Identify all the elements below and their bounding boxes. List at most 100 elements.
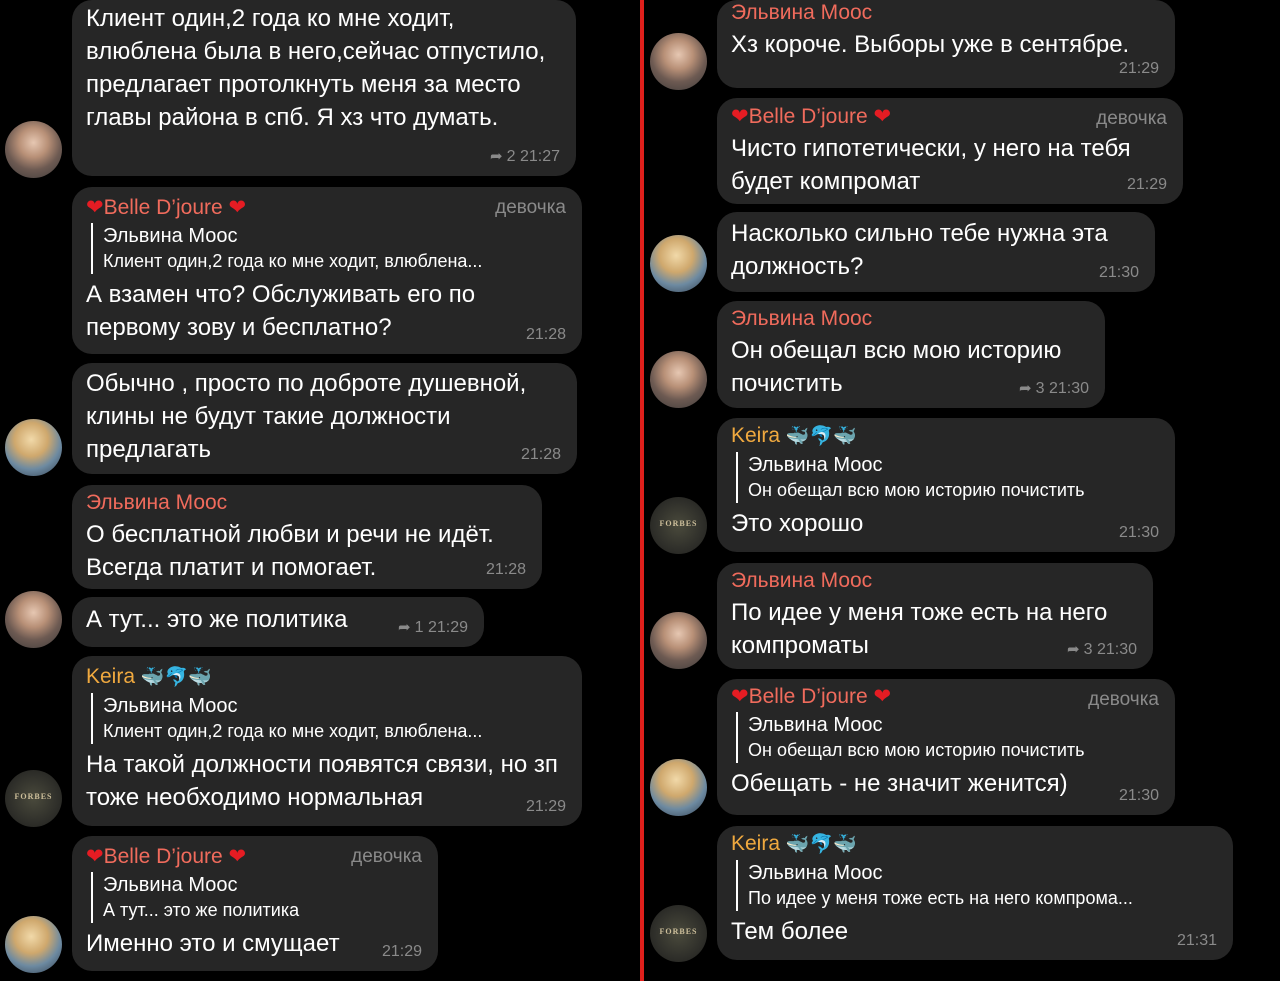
message-bubble[interactable]: Keira 🐳🐬🐳 Эльвина Моос Клиент один,2 год… — [72, 656, 582, 826]
message-bubble[interactable]: Эльвина Моос Хз короче. Выборы уже в сен… — [717, 0, 1175, 88]
message-bubble[interactable]: ❤Belle D’joure ❤ девочка Эльвина Моос Кл… — [72, 187, 582, 354]
avatar[interactable]: FORBES — [5, 770, 62, 827]
message-bubble[interactable]: Клиент один,2 года ко мне ходит, влюблен… — [72, 0, 576, 176]
reply-text: Он обещал всю мою историю почистить — [748, 480, 1085, 500]
message-text: А взамен что? Обслуживать его по первому… — [86, 281, 476, 341]
heart-icon: ❤ — [228, 196, 247, 219]
avatar[interactable]: FORBES — [650, 497, 707, 554]
message-time: 21:29 — [1118, 60, 1159, 77]
reply-arrow-icon: ➦ — [1067, 641, 1080, 658]
message-bubble[interactable]: Обычно , просто по доброте душевной, кли… — [72, 363, 577, 474]
avatar[interactable] — [650, 33, 707, 90]
right-chat-panel: Эльвина Моос Хз короче. Выборы уже в сен… — [645, 0, 1280, 981]
message-text: Насколько сильно тебе нужна эта должност… — [731, 220, 1108, 280]
message-meta: ➦ 1 21:29 — [398, 618, 468, 637]
sender-role: девочка — [1096, 108, 1167, 129]
left-chat-panel: Клиент один,2 года ко мне ходит, влюблен… — [0, 0, 638, 981]
message-bubble[interactable]: ❤Belle D’joure ❤ девочка Эльвина Моос А … — [72, 836, 438, 971]
sender-name[interactable]: Эльвина Моос — [731, 0, 1161, 26]
reply-text: Клиент один,2 года ко мне ходит, влюблен… — [103, 721, 483, 741]
message-text: Чисто гипотетически, у него на тебя буде… — [731, 135, 1131, 195]
message-time: 21:29 — [1126, 176, 1167, 193]
reply-name: Эльвина Моос — [103, 225, 238, 247]
heart-icon: ❤ — [731, 105, 749, 128]
message-bubble[interactable]: ❤Belle D’joure ❤ девочка Эльвина Моос Он… — [717, 679, 1175, 815]
message-time: 21:30 — [1118, 524, 1159, 541]
forbes-logo: FORBES — [14, 792, 53, 801]
message-bubble[interactable]: Keira 🐳🐬🐳 Эльвина Моос По идее у меня то… — [717, 826, 1233, 960]
sender-name[interactable]: Эльвина Моос — [731, 306, 1091, 332]
whale-dolphin-icon: 🐳🐬🐳 — [785, 834, 857, 855]
message-bubble[interactable]: Насколько сильно тебе нужна эта должност… — [717, 212, 1155, 292]
message-time: 21:28 — [525, 326, 566, 343]
message-bubble[interactable]: А тут... это же политика ➦ 1 21:29 — [72, 597, 484, 647]
message-bubble[interactable]: Эльвина Моос По идее у меня тоже есть на… — [717, 563, 1153, 669]
reply-count[interactable]: 3 — [1036, 380, 1045, 397]
forbes-logo: FORBES — [659, 519, 698, 528]
divider-line — [640, 0, 644, 981]
message-bubble[interactable]: Keira 🐳🐬🐳 Эльвина Моос Он обещал всю мою… — [717, 418, 1175, 552]
reply-text: Клиент один,2 года ко мне ходит, влюблен… — [103, 251, 483, 271]
reply-arrow-icon: ➦ — [398, 619, 411, 636]
reply-count[interactable]: 3 — [1084, 641, 1093, 658]
avatar[interactable]: FORBES — [650, 905, 707, 962]
avatar[interactable] — [5, 121, 62, 178]
message-time: 21:30 — [1096, 641, 1137, 658]
message-text: На такой должности появятся связи, но зп… — [86, 751, 558, 811]
message-text: Хз короче. Выборы уже в сентябре. — [731, 31, 1130, 58]
message-meta: ➦ 2 21:27 — [490, 147, 560, 166]
sender-role: девочка — [495, 197, 566, 218]
reply-quote[interactable]: Эльвина Моос Клиент один,2 года ко мне х… — [91, 223, 568, 274]
avatar[interactable] — [650, 351, 707, 408]
sender-name[interactable]: Keira 🐳🐬🐳 — [731, 423, 1161, 450]
message-text: Именно это и смущает — [86, 930, 340, 957]
screenshot-divider — [638, 0, 645, 981]
reply-count[interactable]: 1 — [415, 619, 424, 636]
avatar[interactable] — [5, 916, 62, 973]
heart-icon: ❤ — [731, 685, 749, 708]
message-time: 21:30 — [1098, 264, 1139, 281]
message-bubble[interactable]: Эльвина Моос Он обещал всю мою историю п… — [717, 301, 1105, 408]
avatar[interactable] — [650, 235, 707, 292]
message-time: 21:30 — [1048, 380, 1089, 397]
sender-name[interactable]: Keira 🐳🐬🐳 — [86, 664, 568, 691]
reply-text: По идее у меня тоже есть на него компром… — [748, 888, 1133, 908]
avatar[interactable] — [650, 612, 707, 669]
reply-arrow-icon: ➦ — [490, 148, 503, 165]
reply-quote[interactable]: Эльвина Моос А тут... это же политика — [91, 872, 424, 923]
avatar[interactable] — [5, 419, 62, 476]
sender-name[interactable]: Keira 🐳🐬🐳 — [731, 831, 1219, 858]
message-bubble[interactable]: Эльвина Моос О бесплатной любви и речи н… — [72, 485, 542, 589]
reply-arrow-icon: ➦ — [1019, 380, 1032, 397]
whale-dolphin-icon: 🐳🐬🐳 — [785, 426, 857, 447]
message-time: 21:29 — [427, 619, 468, 636]
forbes-logo: FORBES — [659, 927, 698, 936]
reply-name: Эльвина Моос — [103, 695, 238, 717]
message-time: 21:28 — [485, 561, 526, 578]
avatar[interactable] — [5, 591, 62, 648]
reply-text: Он обещал всю мою историю почистить — [748, 740, 1085, 760]
sender-name[interactable]: Эльвина Моос — [86, 490, 528, 516]
reply-quote[interactable]: Эльвина Моос По идее у меня тоже есть на… — [736, 860, 1219, 911]
message-text: Обычно , просто по доброте душевной, кли… — [86, 370, 527, 463]
sender-role: девочка — [1088, 689, 1159, 710]
avatar[interactable] — [650, 759, 707, 816]
sender-name[interactable]: Эльвина Моос — [731, 568, 1139, 594]
heart-icon: ❤ — [873, 105, 892, 128]
message-time: 21:27 — [519, 148, 560, 165]
message-text: Клиент один,2 года ко мне ходит, влюблен… — [86, 5, 546, 131]
message-time: 21:29 — [381, 943, 422, 960]
message-text: Обещать - не значит женится) — [731, 770, 1068, 797]
reply-quote[interactable]: Эльвина Моос Клиент один,2 года ко мне х… — [91, 693, 568, 744]
reply-name: Эльвина Моос — [103, 874, 238, 896]
message-text: О бесплатной любви и речи не идёт. Всегд… — [86, 521, 494, 581]
reply-count[interactable]: 2 — [507, 148, 516, 165]
message-bubble[interactable]: ❤Belle D’joure ❤ девочка Чисто гипотетич… — [717, 98, 1183, 204]
sender-role: девочка — [351, 846, 422, 867]
message-time: 21:29 — [525, 798, 566, 815]
heart-icon: ❤ — [86, 196, 104, 219]
message-text: Тем более — [731, 918, 849, 945]
reply-text: А тут... это же политика — [103, 900, 300, 920]
reply-quote[interactable]: Эльвина Моос Он обещал всю мою историю п… — [736, 712, 1161, 763]
reply-quote[interactable]: Эльвина Моос Он обещал всю мою историю п… — [736, 452, 1161, 503]
